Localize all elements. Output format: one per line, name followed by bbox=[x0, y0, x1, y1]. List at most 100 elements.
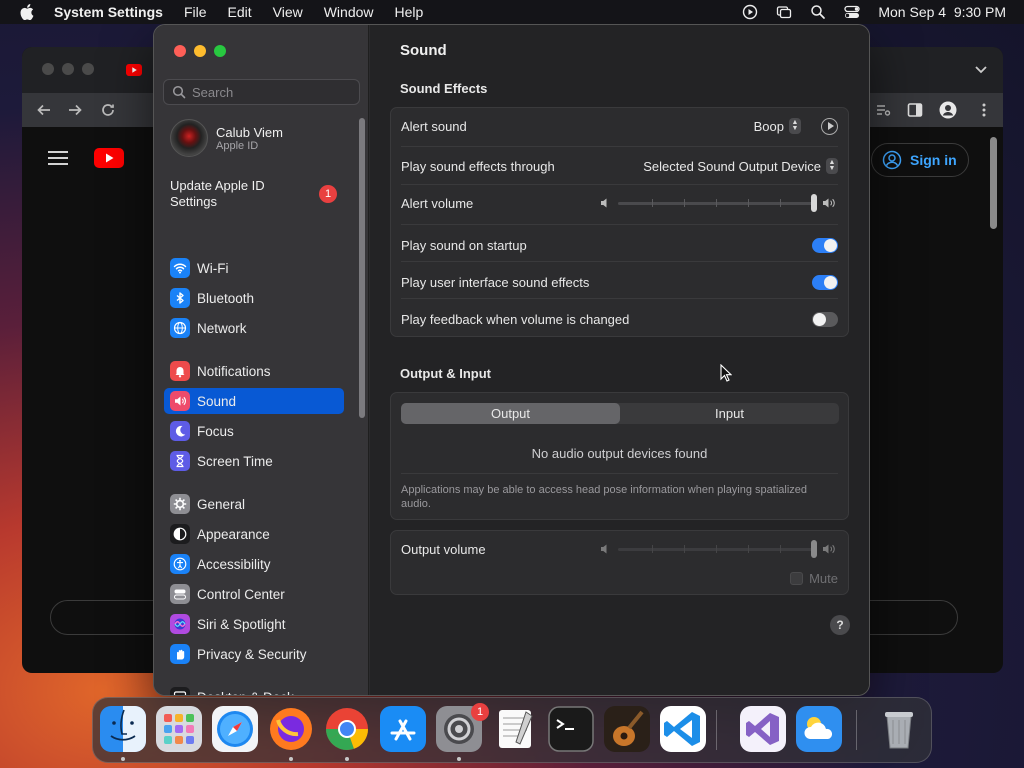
screen-mirroring-icon[interactable] bbox=[776, 4, 792, 20]
alert-volume-slider[interactable] bbox=[600, 193, 838, 213]
sidebar-item-wi-fi[interactable]: Wi-Fi bbox=[164, 255, 344, 281]
volume-low-icon bbox=[601, 198, 607, 208]
divider bbox=[401, 473, 838, 474]
dock-trash[interactable] bbox=[876, 706, 922, 752]
tab-input[interactable]: Input bbox=[620, 403, 839, 424]
sidebar-item-bluetooth[interactable]: Bluetooth bbox=[164, 285, 344, 311]
dock-safari[interactable] bbox=[212, 706, 258, 752]
forward-arrow-icon[interactable] bbox=[67, 102, 83, 118]
youtube-sign-in-button[interactable]: Sign in bbox=[871, 143, 969, 177]
sidebar-item-general[interactable]: General bbox=[164, 491, 344, 517]
startup-sound-toggle[interactable] bbox=[812, 237, 838, 253]
dock-vscode[interactable] bbox=[660, 706, 706, 752]
dock-textedit[interactable] bbox=[492, 706, 538, 752]
sidebar-item-screen-time[interactable]: Screen Time bbox=[164, 448, 344, 474]
ui-sound-effects-toggle[interactable] bbox=[812, 274, 838, 290]
output-input-segmented-control: Output Input bbox=[401, 403, 839, 424]
browser-zoom-button[interactable] bbox=[82, 63, 94, 75]
sidebar-item-privacy-security[interactable]: Privacy & Security bbox=[164, 641, 344, 667]
play-alert-sound-button[interactable] bbox=[821, 117, 838, 135]
bluetooth-icon bbox=[170, 288, 190, 308]
browser-minimize-button[interactable] bbox=[62, 63, 74, 75]
output-input-group: Output Input No audio output devices fou… bbox=[390, 392, 849, 520]
profile-subtitle: Apple ID bbox=[216, 139, 259, 152]
dock-app-store[interactable] bbox=[380, 706, 426, 752]
menu-clock[interactable]: Mon Sep 4 9:30 PM bbox=[878, 4, 1006, 20]
menu-edit[interactable]: Edit bbox=[228, 4, 252, 20]
youtube-logo-icon[interactable] bbox=[94, 148, 124, 168]
browser-menu-icon[interactable] bbox=[981, 102, 987, 118]
sidebar-scrollbar[interactable] bbox=[359, 118, 365, 418]
browser-close-button[interactable] bbox=[42, 63, 54, 75]
apple-id-profile[interactable]: Calub Viem Apple ID bbox=[170, 119, 283, 157]
browser-scrollbar[interactable] bbox=[990, 137, 997, 229]
sidebar-item-desktop-dock[interactable]: Desktop & Dock bbox=[164, 684, 344, 695]
sidebar-item-accessibility[interactable]: Accessibility bbox=[164, 551, 344, 577]
sidebar-item-label: General bbox=[197, 496, 246, 512]
slider-knob[interactable] bbox=[811, 540, 818, 558]
window-minimize-button[interactable] bbox=[194, 45, 206, 57]
dock-visual-studio[interactable] bbox=[740, 706, 786, 752]
profile-icon[interactable] bbox=[939, 101, 957, 119]
toggle-knob bbox=[824, 275, 837, 289]
slider-knob[interactable] bbox=[811, 194, 818, 212]
sidebar-item-focus[interactable]: Focus bbox=[164, 418, 344, 444]
sidebar-item-control-center[interactable]: Control Center bbox=[164, 581, 344, 607]
chrome-icon bbox=[326, 708, 368, 751]
sidebar-item-siri-spotlight[interactable]: Siri & Spotlight bbox=[164, 611, 344, 637]
chevron-up-down-icon: ▲ ▼ bbox=[826, 158, 838, 174]
dock-launchpad[interactable] bbox=[156, 706, 202, 752]
alert-sound-popup[interactable]: Boop ▲ ▼ bbox=[753, 117, 838, 135]
tab-output[interactable]: Output bbox=[401, 403, 620, 424]
sidebar-item-label: Focus bbox=[197, 423, 234, 439]
dock-finder[interactable] bbox=[100, 706, 146, 752]
reload-icon[interactable] bbox=[100, 102, 116, 118]
help-button[interactable]: ? bbox=[830, 615, 850, 635]
dock-terminal[interactable] bbox=[548, 706, 594, 752]
sidebar-item-network[interactable]: Network bbox=[164, 315, 344, 341]
trash-icon bbox=[885, 712, 913, 749]
dock-running-indicator bbox=[121, 757, 125, 761]
sidebar-item-notifications[interactable]: Notifications bbox=[164, 358, 344, 384]
dock-chrome[interactable] bbox=[324, 706, 370, 752]
system-settings-window: Search Calub Viem Apple ID Update Apple … bbox=[154, 25, 869, 695]
mute-checkbox[interactable] bbox=[790, 571, 804, 585]
back-arrow-icon[interactable] bbox=[36, 102, 52, 118]
window-close-button[interactable] bbox=[174, 45, 186, 57]
volume-feedback-toggle[interactable] bbox=[812, 311, 838, 327]
sidebar-search-input[interactable]: Search bbox=[163, 79, 360, 105]
dock: 1 bbox=[92, 697, 932, 763]
menu-app-name[interactable]: System Settings bbox=[54, 4, 163, 20]
menu-help[interactable]: Help bbox=[395, 4, 424, 20]
sidebar-item-sound[interactable]: Sound bbox=[164, 388, 344, 414]
tab-search-icon[interactable] bbox=[875, 102, 891, 118]
menu-window[interactable]: Window bbox=[324, 4, 374, 20]
startup-sound-label: Play sound on startup bbox=[401, 237, 527, 253]
sound-effects-output-popup[interactable]: Selected Sound Output Device ▲ ▼ bbox=[643, 158, 838, 174]
weather-icon bbox=[796, 706, 842, 752]
dock-firefox[interactable] bbox=[268, 706, 314, 752]
hamburger-menu-icon[interactable] bbox=[48, 151, 68, 165]
alert-sound-value: Boop bbox=[753, 118, 784, 134]
side-panel-icon[interactable] bbox=[907, 102, 923, 118]
update-apple-id-settings[interactable]: Update Apple ID Settings bbox=[170, 178, 280, 210]
menu-bar: System Settings File Edit View Window He… bbox=[0, 0, 1024, 24]
window-zoom-button[interactable] bbox=[214, 45, 226, 57]
avatar bbox=[170, 119, 208, 157]
dock-icon bbox=[170, 687, 190, 695]
alert-sound-row: Alert sound Boop ▲ ▼ bbox=[401, 116, 838, 136]
output-volume-slider[interactable] bbox=[600, 539, 838, 559]
menu-file[interactable]: File bbox=[184, 4, 207, 20]
dock-weather[interactable] bbox=[796, 706, 842, 752]
garageband-icon bbox=[604, 706, 650, 752]
menu-view[interactable]: View bbox=[273, 4, 303, 20]
spotlight-search-icon[interactable] bbox=[810, 4, 826, 20]
alert-volume-row: Alert volume bbox=[401, 193, 838, 213]
play-circle-icon[interactable] bbox=[742, 4, 758, 20]
control-center-icon[interactable] bbox=[844, 4, 861, 20]
dock-separator bbox=[856, 710, 857, 750]
dock-garageband[interactable] bbox=[604, 706, 650, 752]
apple-menu-icon[interactable] bbox=[20, 4, 34, 20]
sidebar-item-appearance[interactable]: Appearance bbox=[164, 521, 344, 547]
tab-list-chevron-icon[interactable] bbox=[975, 65, 987, 75]
